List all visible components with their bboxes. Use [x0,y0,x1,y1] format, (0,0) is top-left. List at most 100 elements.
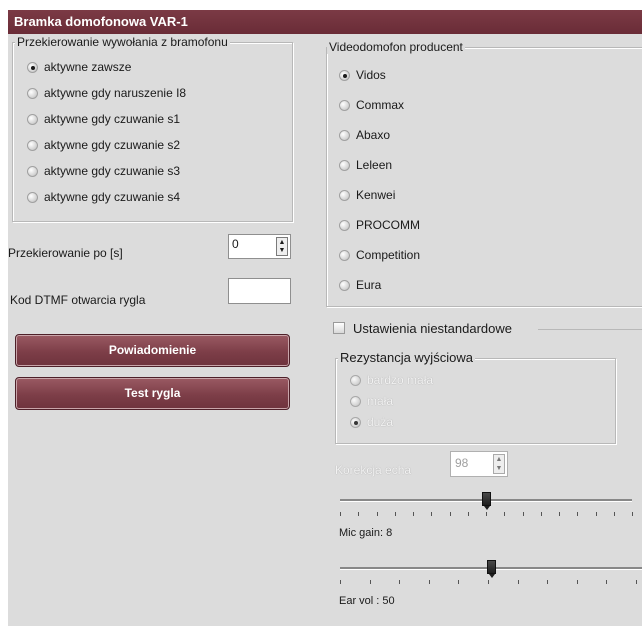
radio-option[interactable]: aktywne gdy czuwanie s4 [27,188,180,206]
producer-legend: Videodomofon producent [327,40,465,54]
radio-icon[interactable] [350,374,361,386]
slider-tick [523,512,524,516]
mic-gain-thumb[interactable] [482,492,491,510]
spin-up-icon[interactable]: ▲ [277,238,287,247]
radio-label: aktywne zawsze [44,60,132,74]
radio-icon[interactable] [27,139,38,151]
slider-tick [399,580,400,584]
radio-option[interactable]: mała [350,392,393,410]
radio-option[interactable]: Abaxo [339,126,390,144]
slider-tick [614,512,615,516]
radio-icon[interactable] [27,113,38,125]
radio-selected-icon[interactable] [27,61,38,73]
slider-tick [547,580,548,584]
spin-down-icon[interactable]: ▼ [494,464,504,473]
radio-icon[interactable] [27,87,38,99]
radio-label: aktywne gdy czuwanie s2 [44,138,181,152]
forwarding-group: Przekierowanie wywołania z bramofonu akt… [12,35,293,222]
redirect-after-value: 0 [232,237,239,251]
slider-tick [458,580,459,584]
test-lock-button[interactable]: Test rygla [15,377,290,410]
slider-tick [370,580,371,584]
mic-gain-slider[interactable] [338,490,638,524]
slider-tick [606,580,607,584]
radio-option[interactable]: Competition [339,246,420,264]
resistance-group: Rezystancja wyjściowa bardzo mała mała duż… [335,351,616,444]
slider-tick [518,580,519,584]
radio-option[interactable]: aktywne zawsze [27,58,131,76]
radio-label: PROCOMM [356,218,420,232]
radio-label: Vidos [356,68,386,82]
redirect-after-spin-buttons[interactable]: ▲ ▼ [276,237,288,256]
spin-down-icon[interactable]: ▼ [277,247,287,256]
redirect-after-stepper[interactable]: 0 ▲ ▼ [228,234,291,259]
window-title: Bramka domofonowa VAR-1 [8,10,642,34]
radio-icon[interactable] [339,219,350,231]
ear-vol-thumb[interactable] [487,560,496,578]
main-panel: Bramka domofonowa VAR-1 Przekierowanie w… [8,10,642,626]
slider-tick [577,580,578,584]
ear-vol-label: Ear vol : 50 [339,595,395,607]
radio-label: Eura [356,278,382,292]
radio-icon[interactable] [350,395,361,407]
spin-up-icon[interactable]: ▲ [494,455,504,464]
slider-tick [504,512,505,516]
slider-tick [377,512,378,516]
radio-option[interactable]: Vidos [339,66,386,84]
radio-icon[interactable] [339,159,350,171]
slider-tick [340,580,341,584]
radio-icon[interactable] [27,191,38,203]
echo-stepper[interactable]: 98 ▲ ▼ [450,451,508,477]
radio-selected-icon[interactable] [339,69,350,81]
radio-option[interactable]: aktywne gdy czuwanie s2 [27,136,180,154]
slider-tick [632,512,633,516]
radio-icon[interactable] [27,165,38,177]
radio-option[interactable]: PROCOMM [339,216,420,234]
radio-option[interactable]: aktywne gdy czuwanie s3 [27,162,180,180]
radio-option[interactable]: aktywne gdy naruszenie I8 [27,84,186,102]
slider-tick [340,512,341,516]
slider-tick [429,580,430,584]
radio-icon[interactable] [339,279,350,291]
radio-label: Kenwei [356,188,396,202]
radio-option[interactable]: Commax [339,96,404,114]
ear-vol-slider[interactable] [338,558,642,592]
radio-option[interactable]: bardzo mała [350,371,433,389]
dtmf-label: Kod DTMF otwarcia rygla [10,293,146,307]
radio-label: Abaxo [356,128,391,142]
radio-option[interactable]: duża [350,413,393,431]
radio-icon[interactable] [339,189,350,201]
slider-tick [468,512,469,516]
echo-value: 98 [455,456,469,470]
radio-label: Commax [356,98,405,112]
echo-spin-buttons[interactable]: ▲ ▼ [493,454,505,474]
radio-label: mała [367,394,394,408]
radio-icon[interactable] [339,249,350,261]
slider-tick [577,512,578,516]
slider-tick [486,512,487,516]
radio-label: aktywne gdy naruszenie I8 [44,86,187,100]
custom-settings-checkbox[interactable] [333,322,345,334]
notification-button[interactable]: Powiadomienie [15,334,290,367]
slider-tick [596,512,597,516]
radio-option[interactable]: Kenwei [339,186,395,204]
radio-label: duża [367,415,394,429]
radio-option[interactable]: Eura [339,276,381,294]
radio-label: aktywne gdy czuwanie s3 [44,164,181,178]
resistance-legend: Rezystancja wyjściowa [338,350,475,365]
mic-gain-label: Mic gain: 8 [339,527,393,539]
redirect-after-label: Przekierowanie po [s] [8,246,123,260]
custom-settings-label[interactable]: Ustawienia niestandardowe [353,321,512,336]
forwarding-legend: Przekierowanie wywołania z bramofonu [15,35,230,49]
radio-label: aktywne gdy czuwanie s4 [44,190,181,204]
producer-group: Videodomofon producent Vidos Commax Abaxo L… [326,40,642,307]
radio-label: Competition [356,248,421,262]
radio-selected-icon[interactable] [350,416,361,428]
radio-icon[interactable] [339,129,350,141]
dtmf-field[interactable] [228,278,291,304]
radio-label: Leleen [356,158,393,172]
slider-tick [395,512,396,516]
radio-icon[interactable] [339,99,350,111]
radio-option[interactable]: aktywne gdy czuwanie s1 [27,110,180,128]
radio-option[interactable]: Leleen [339,156,392,174]
